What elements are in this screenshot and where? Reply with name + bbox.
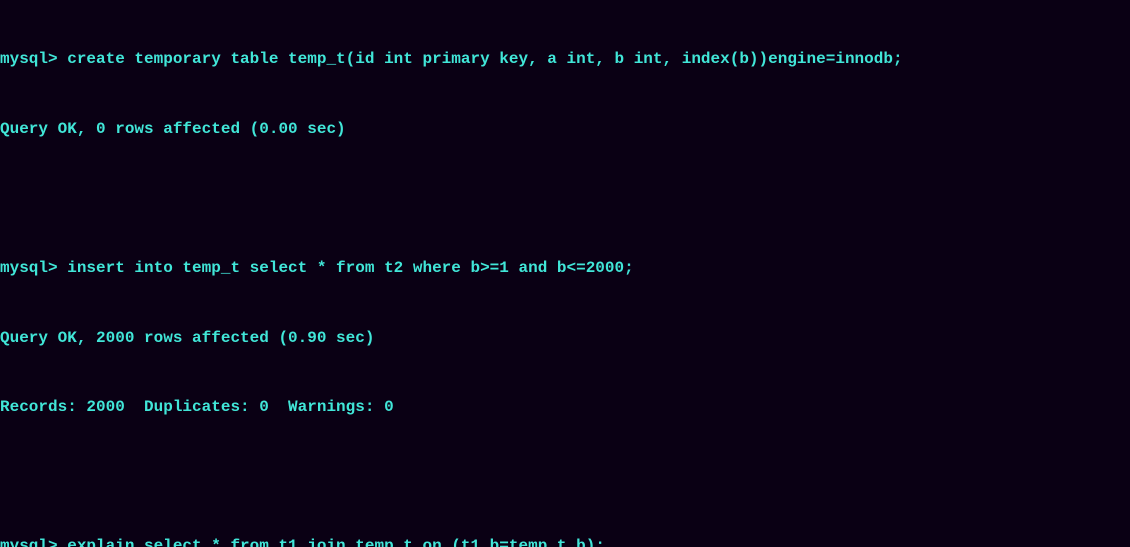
command-line-3[interactable]: mysql> explain select * from t1 join tem… xyxy=(0,535,1130,547)
command-line-1[interactable]: mysql> create temporary table temp_t(id … xyxy=(0,48,1130,71)
mysql-prompt: mysql> xyxy=(0,537,58,547)
blank-line xyxy=(0,466,1130,489)
response-line: Records: 2000 Duplicates: 0 Warnings: 0 xyxy=(0,396,1130,419)
terminal-output: mysql> create temporary table temp_t(id … xyxy=(0,0,1130,547)
mysql-prompt: mysql> xyxy=(0,50,58,68)
command-line-2[interactable]: mysql> insert into temp_t select * from … xyxy=(0,257,1130,280)
sql-command: create temporary table temp_t(id int pri… xyxy=(58,50,903,68)
blank-line xyxy=(0,188,1130,211)
mysql-prompt: mysql> xyxy=(0,259,58,277)
sql-command: explain select * from t1 join temp_t on … xyxy=(58,537,605,547)
response-line: Query OK, 2000 rows affected (0.90 sec) xyxy=(0,327,1130,350)
response-line: Query OK, 0 rows affected (0.00 sec) xyxy=(0,118,1130,141)
sql-command: insert into temp_t select * from t2 wher… xyxy=(58,259,634,277)
